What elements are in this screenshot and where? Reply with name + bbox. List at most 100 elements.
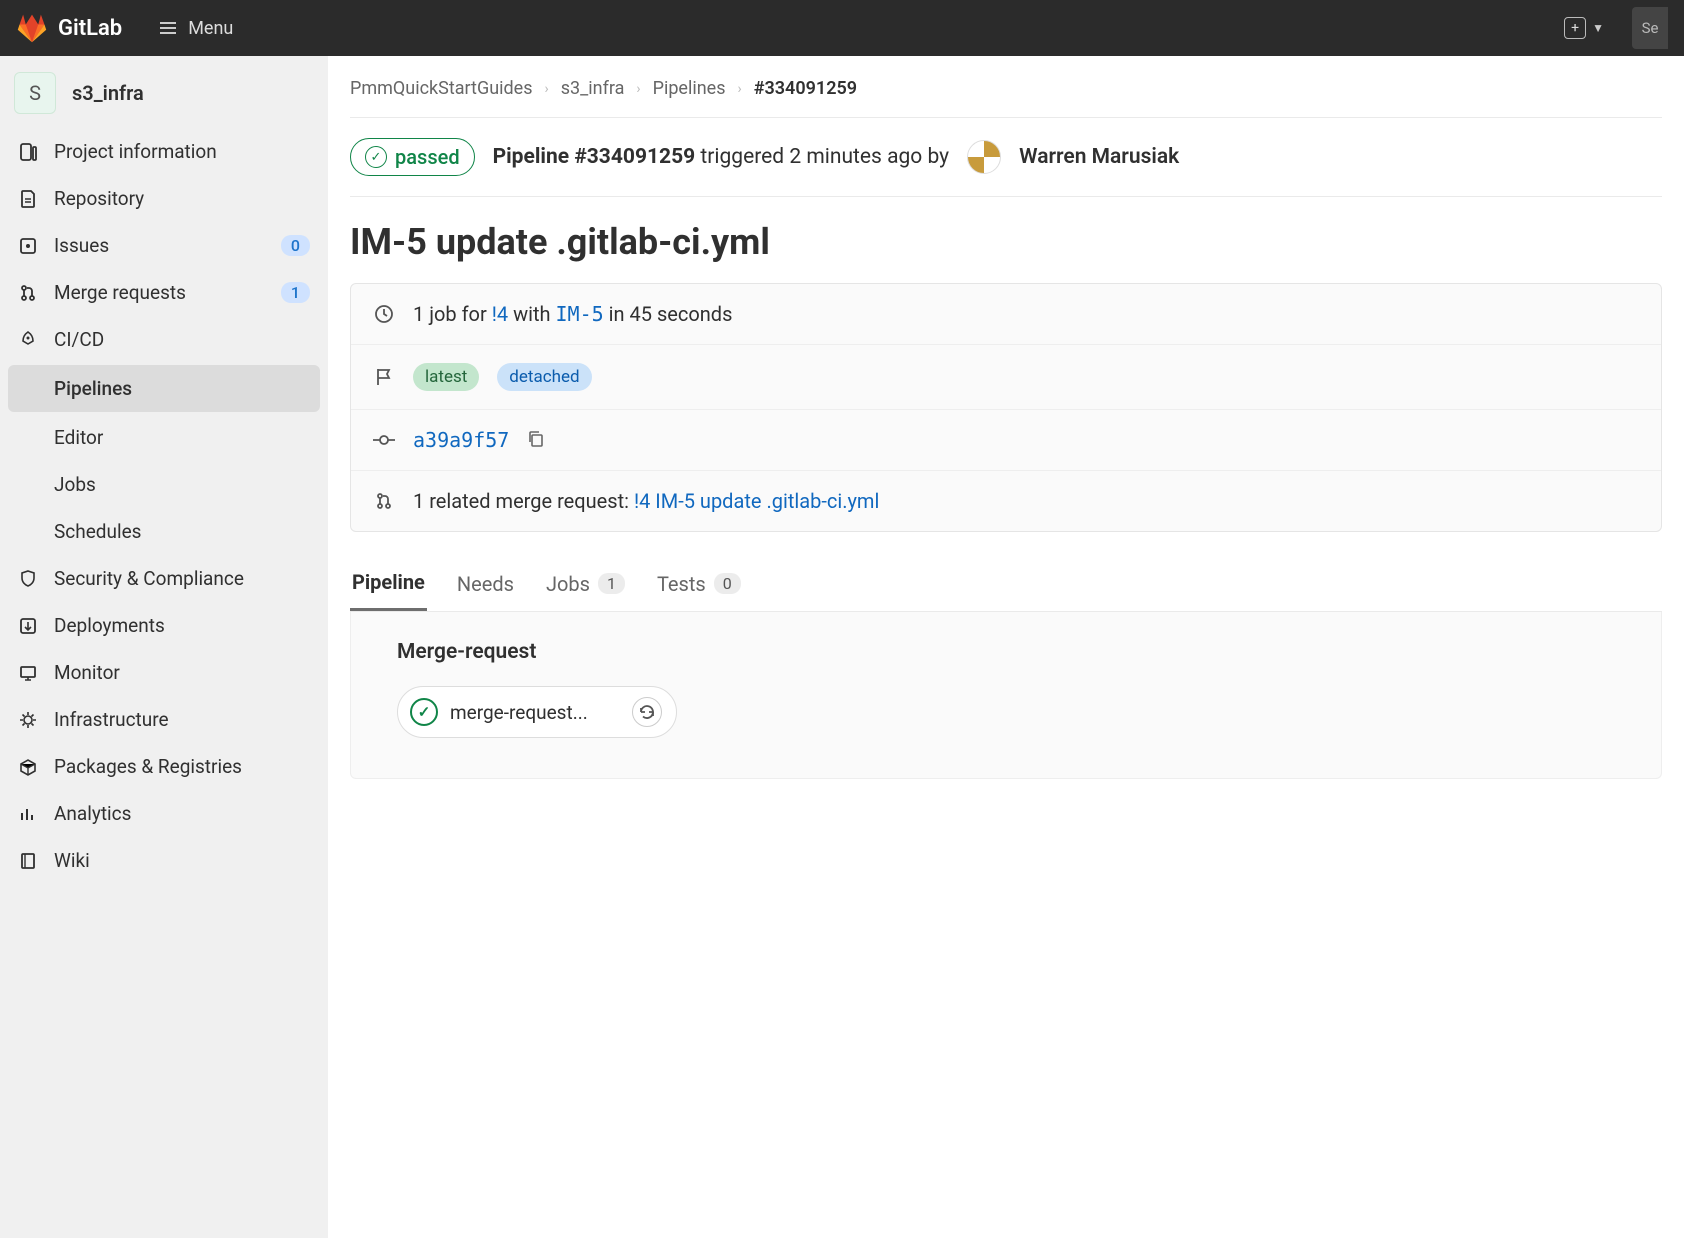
breadcrumb: PmmQuickStartGuides › s3_infra › Pipelin… (350, 78, 1662, 118)
project-name: s3_infra (72, 81, 144, 105)
issues-icon (18, 236, 38, 256)
pipeline-status-badge[interactable]: ✓ passed (350, 138, 475, 176)
merge-request-icon (373, 490, 395, 512)
pipeline-info-card: 1 job for !4 with IM-5 in 45 seconds lat… (350, 283, 1662, 532)
sidebar-item-repository[interactable]: Repository (0, 175, 328, 222)
pipeline-header: ✓ passed Pipeline #334091259 triggered 2… (350, 118, 1662, 197)
sidebar: S s3_infra Project information Repositor… (0, 56, 328, 1238)
pipeline-related-mr-row: 1 related merge request: !4 IM-5 update … (351, 471, 1661, 531)
brand-label: GitLab (58, 16, 122, 41)
commit-sha-link[interactable]: a39a9f57 (413, 428, 509, 452)
sidebar-item-project-information[interactable]: Project information (0, 128, 328, 175)
sidebar-item-label: Infrastructure (54, 708, 310, 731)
wiki-icon (18, 851, 38, 871)
tab-pipeline[interactable]: Pipeline (350, 558, 427, 611)
chevron-right-icon: › (738, 81, 742, 97)
chevron-right-icon: › (636, 81, 640, 97)
copy-sha-button[interactable] (527, 430, 547, 450)
sidebar-subitem-editor[interactable]: Editor (0, 414, 328, 461)
sidebar-item-infrastructure[interactable]: Infrastructure (0, 696, 328, 743)
sidebar-item-label: Deployments (54, 614, 310, 637)
tests-count: 0 (714, 573, 741, 594)
sidebar-item-wiki[interactable]: Wiki (0, 837, 328, 884)
sidebar-item-label: Analytics (54, 802, 310, 825)
main-content: PmmQuickStartGuides › s3_infra › Pipelin… (328, 56, 1684, 1238)
pipeline-duration-row: 1 job for !4 with IM-5 in 45 seconds (351, 284, 1661, 345)
status-label: passed (395, 145, 460, 169)
deployments-icon (18, 616, 38, 636)
project-info-icon (18, 142, 38, 162)
related-mr-link[interactable]: !4 IM-5 update .gitlab-ci.yml (634, 489, 879, 513)
chevron-right-icon: › (545, 81, 549, 97)
sidebar-item-security[interactable]: Security & Compliance (0, 555, 328, 602)
retry-button[interactable] (632, 697, 662, 727)
sidebar-item-label: CI/CD (54, 328, 310, 351)
user-name-link[interactable]: Warren Marusiak (1019, 145, 1179, 169)
pipeline-trigger-text: Pipeline #334091259 triggered 2 minutes … (493, 145, 950, 169)
plus-icon: + (1564, 17, 1586, 39)
pipeline-tags-row: latest detached (351, 345, 1661, 410)
chevron-down-icon: ▼ (1592, 21, 1604, 35)
tab-needs[interactable]: Needs (455, 558, 516, 611)
check-circle-icon: ✓ (365, 146, 387, 168)
hamburger-icon (158, 18, 178, 38)
search-input[interactable]: Se (1632, 7, 1668, 49)
tab-tests[interactable]: Tests 0 (655, 558, 743, 611)
breadcrumb-group[interactable]: PmmQuickStartGuides (350, 78, 533, 99)
package-icon (18, 757, 38, 777)
pipeline-commit-row: a39a9f57 (351, 410, 1661, 471)
check-circle-icon: ✓ (410, 698, 438, 726)
sidebar-item-issues[interactable]: Issues 0 (0, 222, 328, 269)
stage-name: Merge-request (397, 640, 1661, 664)
pipeline-tabs: Pipeline Needs Jobs 1 Tests 0 (350, 558, 1662, 612)
branch-link[interactable]: IM-5 (556, 302, 604, 326)
sidebar-subitem-schedules[interactable]: Schedules (0, 508, 328, 555)
sidebar-subitem-pipelines[interactable]: Pipelines (8, 365, 320, 412)
sidebar-item-label: Project information (54, 140, 310, 163)
repository-icon (18, 189, 38, 209)
sidebar-item-analytics[interactable]: Analytics (0, 790, 328, 837)
merge-request-link[interactable]: !4 (492, 302, 508, 326)
infrastructure-icon (18, 710, 38, 730)
create-menu-button[interactable]: + ▼ (1564, 17, 1604, 39)
sidebar-item-label: Security & Compliance (54, 567, 310, 590)
rocket-icon (18, 330, 38, 350)
jobs-count: 1 (598, 573, 625, 594)
gitlab-logo-icon (16, 12, 48, 44)
breadcrumb-section[interactable]: Pipelines (653, 78, 726, 99)
monitor-icon (18, 663, 38, 683)
job-label: merge-request... (450, 701, 620, 724)
top-navbar: GitLab Menu + ▼ Se (0, 0, 1684, 56)
breadcrumb-project[interactable]: s3_infra (561, 78, 625, 99)
tag-detached[interactable]: detached (497, 363, 591, 391)
shield-icon (18, 569, 38, 589)
merge-request-icon (18, 283, 38, 303)
tab-jobs[interactable]: Jobs 1 (544, 558, 627, 611)
menu-button[interactable]: Menu (158, 18, 233, 39)
sidebar-item-label: Repository (54, 187, 310, 210)
gitlab-logo-link[interactable]: GitLab (16, 12, 122, 44)
flag-icon (373, 366, 395, 388)
sidebar-item-label: Monitor (54, 661, 310, 684)
sidebar-item-merge-requests[interactable]: Merge requests 1 (0, 269, 328, 316)
retry-icon (638, 703, 656, 721)
issues-count-badge: 0 (281, 235, 310, 256)
job-item[interactable]: ✓ merge-request... (397, 686, 677, 738)
clock-icon (373, 303, 395, 325)
menu-label: Menu (188, 18, 233, 39)
tag-latest[interactable]: latest (413, 363, 479, 391)
user-avatar[interactable] (967, 140, 1001, 174)
project-header[interactable]: S s3_infra (0, 66, 328, 128)
sidebar-item-deployments[interactable]: Deployments (0, 602, 328, 649)
analytics-icon (18, 804, 38, 824)
sidebar-item-label: Packages & Registries (54, 755, 310, 778)
sidebar-item-label: Merge requests (54, 281, 265, 304)
sidebar-item-cicd[interactable]: CI/CD (0, 316, 328, 363)
page-title: IM-5 update .gitlab-ci.yml (350, 197, 1684, 283)
sidebar-item-label: Issues (54, 234, 265, 257)
merge-requests-count-badge: 1 (281, 282, 310, 303)
project-avatar: S (14, 72, 56, 114)
sidebar-item-packages[interactable]: Packages & Registries (0, 743, 328, 790)
sidebar-item-monitor[interactable]: Monitor (0, 649, 328, 696)
sidebar-subitem-jobs[interactable]: Jobs (0, 461, 328, 508)
